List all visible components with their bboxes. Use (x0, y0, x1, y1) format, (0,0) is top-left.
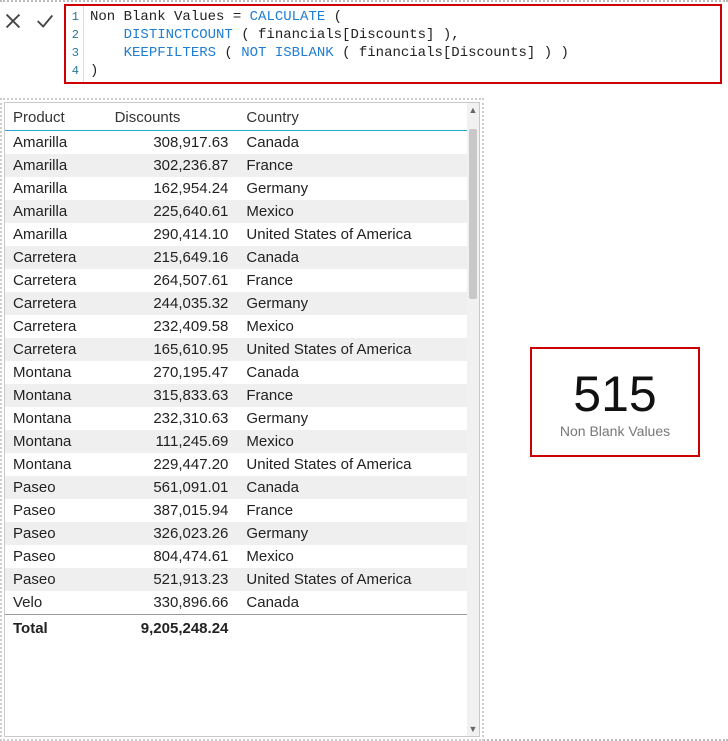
line-gutter: 1 2 3 4 (66, 6, 84, 82)
col-discounts[interactable]: Discounts (107, 103, 239, 131)
card-value: 515 (573, 369, 656, 419)
card-label: Non Blank Values (560, 423, 670, 439)
table-row[interactable]: Montana229,447.20United States of Americ… (5, 453, 467, 476)
table-row[interactable]: Amarilla290,414.10United States of Ameri… (5, 223, 467, 246)
table-row[interactable]: Amarilla302,236.87France (5, 154, 467, 177)
table-row[interactable]: Carretera215,649.16Canada (5, 246, 467, 269)
table-row[interactable]: Carretera165,610.95United States of Amer… (5, 338, 467, 361)
table-row[interactable]: Montana111,245.69Mexico (5, 430, 467, 453)
table-row[interactable]: Amarilla162,954.24Germany (5, 177, 467, 200)
commit-icon[interactable] (34, 10, 56, 37)
table-row[interactable]: Montana232,310.63Germany (5, 407, 467, 430)
table-row[interactable]: Paseo521,913.23United States of America (5, 568, 467, 591)
table-row[interactable]: Montana315,833.63France (5, 384, 467, 407)
table-row[interactable]: Carretera244,035.32Germany (5, 292, 467, 315)
formula-bar[interactable]: 1 2 3 4 Non Blank Values = CALCULATE ( D… (64, 4, 722, 84)
col-product[interactable]: Product (5, 103, 107, 131)
table-row[interactable]: Amarilla225,640.61Mexico (5, 200, 467, 223)
card-visual[interactable]: 515 Non Blank Values (530, 347, 700, 457)
total-row: Total 9,205,248.24 (5, 615, 467, 641)
vertical-scrollbar[interactable]: ▲ ▼ (467, 103, 479, 736)
scroll-thumb[interactable] (469, 129, 477, 299)
table-row[interactable]: Paseo561,091.01Canada (5, 476, 467, 499)
table-row[interactable]: Montana270,195.47Canada (5, 361, 467, 384)
table-row[interactable]: Paseo804,474.61Mexico (5, 545, 467, 568)
col-country[interactable]: Country (238, 103, 467, 131)
table-row[interactable]: Carretera232,409.58Mexico (5, 315, 467, 338)
scroll-up-icon[interactable]: ▲ (467, 103, 479, 117)
table-row[interactable]: Velo330,896.66Canada (5, 591, 467, 615)
dax-code[interactable]: Non Blank Values = CALCULATE ( DISTINCTC… (84, 6, 575, 82)
table-row[interactable]: Amarilla308,917.63Canada (5, 131, 467, 155)
table-visual[interactable]: Product Discounts Country Amarilla308,91… (4, 102, 480, 737)
table-row[interactable]: Paseo387,015.94France (5, 499, 467, 522)
data-table[interactable]: Product Discounts Country Amarilla308,91… (5, 103, 467, 640)
table-row[interactable]: Paseo326,023.26Germany (5, 522, 467, 545)
scroll-down-icon[interactable]: ▼ (467, 722, 479, 736)
cancel-icon[interactable] (2, 10, 24, 37)
table-row[interactable]: Carretera264,507.61France (5, 269, 467, 292)
